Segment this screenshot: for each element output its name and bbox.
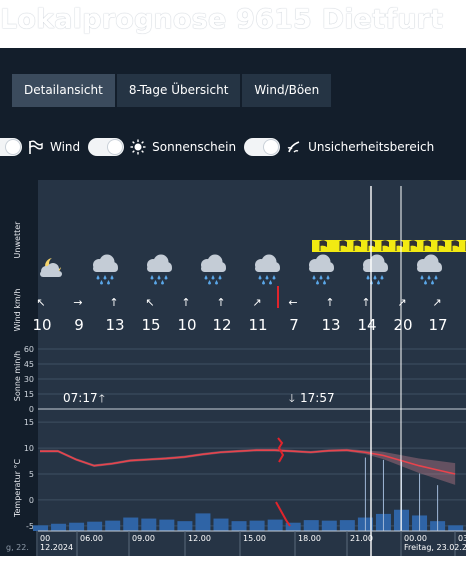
time-tick-label: 15.00 — [243, 534, 266, 543]
precipitation-bar — [87, 521, 103, 531]
precipitation-bar — [249, 520, 265, 531]
row-label-sonne: Sonne min/h — [13, 351, 22, 401]
toggle-wind-label: Wind — [50, 140, 81, 154]
wind-speed-value: 9 — [74, 316, 84, 334]
view-tabs: Detailansicht 8-Tage Übersicht Wind/Böen — [12, 74, 332, 107]
precipitation-bar — [303, 520, 319, 531]
layer-toggles: Wind Sonnenschein Unsicherheitsbereich — [0, 136, 442, 158]
row-label-unwetter: Unwetter — [13, 221, 22, 259]
precipitation-bar — [267, 519, 283, 531]
precipitation-bar — [141, 518, 157, 531]
toggle-sonnenschein-label: Sonnenschein — [152, 140, 237, 154]
row-label-temperatur: Temperatur °C — [13, 459, 22, 518]
forecast-chart: Unwetter Wind km/h Sonne min/h Temperatu… — [0, 180, 466, 568]
temperature-tick-label: 5 — [29, 470, 34, 479]
toggle-unsicherheitsbereich[interactable]: Unsicherheitsbereich — [244, 138, 434, 156]
time-tick-label: 03 — [458, 534, 466, 543]
precipitation-bar — [213, 518, 229, 531]
precipitation-bar — [448, 525, 464, 531]
sunrise-time: 07:17 — [63, 391, 98, 405]
sun-tick-label: 45 — [24, 360, 34, 369]
precipitation-bar — [69, 522, 85, 531]
sun-icon — [130, 139, 146, 155]
precipitation-bar — [33, 525, 48, 531]
wind-direction-icon: ↗ — [432, 296, 441, 309]
precipitation-bar — [159, 519, 175, 531]
title-band: Lokalprognose 9615 Dietfurt — [0, 0, 466, 48]
toggle-wind[interactable]: Wind — [0, 138, 80, 156]
sunrise-arrow-icon: 🡑 — [99, 392, 105, 405]
wind-speed-value: 13 — [105, 316, 124, 334]
sun-tick-label: 60 — [24, 345, 34, 354]
date-left-prefix: g, 22. — [6, 543, 29, 552]
wind-direction-icon: ↑ — [181, 296, 190, 309]
date-left: 12.2024 — [40, 543, 73, 552]
wind-direction-icon: ↑ — [361, 296, 370, 309]
precipitation-bar — [105, 520, 121, 531]
wind-speed-value: 13 — [321, 316, 340, 334]
sun-tick-label: 30 — [24, 375, 34, 384]
temperature-tick-label: 10 — [24, 444, 34, 453]
wind-speed-value: 15 — [141, 316, 160, 334]
wind-speed-value: 14 — [357, 316, 376, 334]
sun-switch[interactable] — [88, 138, 125, 156]
time-tick-label: 18.00 — [298, 534, 321, 543]
precipitation-bar — [231, 521, 247, 531]
uncertainty-icon — [287, 141, 300, 153]
wind-flag-icon — [29, 140, 43, 154]
sunset-arrow-icon: 🡓 — [289, 392, 295, 405]
time-tick-label: 00 — [40, 534, 50, 543]
wind-direction-icon: ↗ — [397, 296, 406, 309]
tab-detailansicht[interactable]: Detailansicht — [12, 74, 115, 107]
wind-speed-value: 10 — [32, 316, 51, 334]
wind-direction-icon: → — [73, 296, 82, 309]
precipitation-bar — [321, 520, 337, 531]
tab-8-tage-uebersicht[interactable]: 8-Tage Übersicht — [116, 74, 241, 107]
precipitation-bar — [123, 517, 139, 531]
wind-direction-icon: ↖ — [145, 296, 154, 309]
precipitation-bar — [195, 513, 211, 531]
tab-wind-boeen[interactable]: Wind/Böen — [242, 74, 332, 107]
uncertainty-switch[interactable] — [244, 138, 281, 156]
time-tick-label: 21.00 — [350, 534, 373, 543]
time-tick-label: 00.00 — [404, 534, 427, 543]
wind-direction-icon: ↑ — [109, 296, 118, 309]
toggle-sonnenschein[interactable]: Sonnenschein — [88, 138, 236, 156]
time-tick-label: 09.00 — [132, 534, 155, 543]
wind-speed-value: 20 — [393, 316, 412, 334]
row-label-wind: Wind km/h — [13, 289, 22, 332]
time-tick-label: 06.00 — [80, 534, 103, 543]
temperature-tick-label: 0 — [29, 496, 34, 505]
precipitation-bar — [339, 520, 355, 531]
page-title: Lokalprognose 9615 Dietfurt — [0, 4, 444, 35]
sun-tick-label: 15 — [24, 390, 34, 399]
wind-direction-icon: ↗ — [252, 296, 261, 309]
wind-direction-icon: ↑ — [216, 296, 225, 309]
wind-switch[interactable] — [0, 138, 22, 156]
sunset-time: 17:57 — [300, 391, 335, 405]
precipitation-bar — [177, 521, 193, 531]
date-right: Freitag, 23.02.2 — [404, 543, 466, 552]
precipitation-bar — [51, 523, 67, 531]
sun-tick-label: 0 — [29, 405, 34, 414]
wind-speed-value: 11 — [248, 316, 267, 334]
toggle-unsicherheitsbereich-label: Unsicherheitsbereich — [308, 140, 435, 154]
wind-speed-value: 17 — [428, 316, 447, 334]
wind-direction-icon: ← — [288, 296, 297, 309]
wind-speed-value: 7 — [289, 316, 299, 334]
temperature-tick-label: -5 — [26, 522, 34, 531]
wind-direction-icon: ↖ — [36, 296, 45, 309]
wind-speed-value: 10 — [177, 316, 196, 334]
wind-speed-value: 12 — [212, 316, 231, 334]
temperature-tick-label: 15 — [24, 418, 34, 427]
time-tick-label: 12.00 — [188, 534, 211, 543]
wind-direction-icon: ↑ — [325, 296, 334, 309]
